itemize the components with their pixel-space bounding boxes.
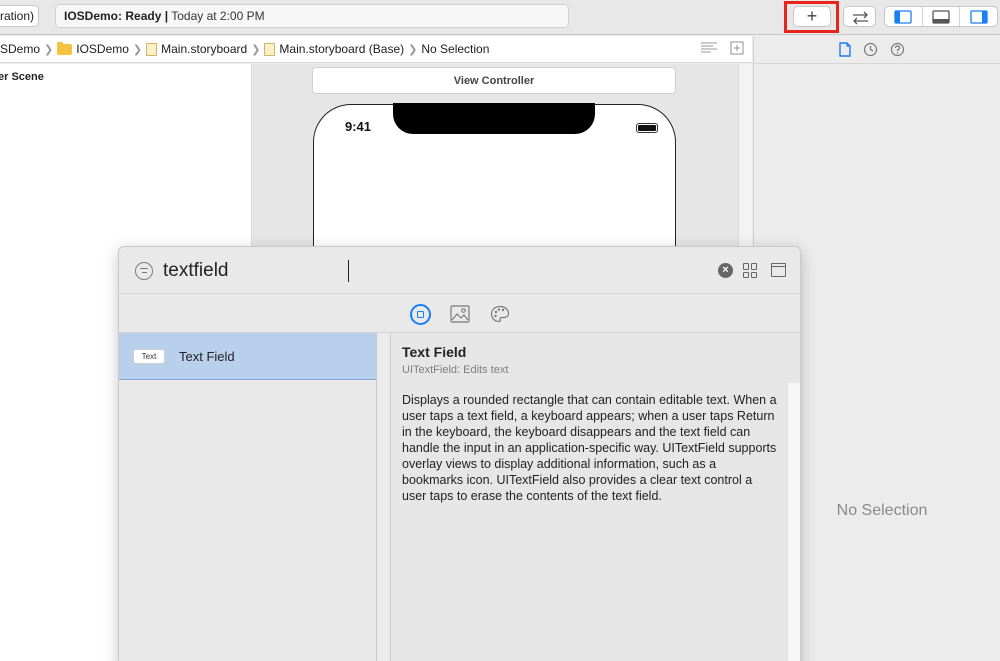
detail-subtitle: UITextField: Edits text xyxy=(402,364,509,376)
detail-description: Displays a rounded rectangle that can co… xyxy=(402,393,777,503)
text-field-badge: Text xyxy=(133,349,165,364)
breadcrumb-label: Main.storyboard (Base) xyxy=(279,42,405,56)
library-detail-pane: Text Field UITextField: Edits text Displ… xyxy=(392,333,800,661)
tab-media[interactable] xyxy=(449,303,471,325)
activity-status: Ready xyxy=(125,9,162,23)
chevron-right-icon: ❯ xyxy=(251,43,261,56)
bottom-panel-icon xyxy=(932,9,950,24)
tab-objects[interactable] xyxy=(409,303,431,325)
tab-colors[interactable] xyxy=(489,303,511,325)
library-search-bar: × xyxy=(119,247,800,294)
library-results-list: Text Text Field xyxy=(119,333,377,661)
filter-icon[interactable] xyxy=(135,262,153,280)
activity-time: Today at 2:00 PM xyxy=(171,9,265,23)
detail-title: Text Field xyxy=(402,344,467,360)
device-notch xyxy=(393,103,595,134)
left-panel-icon xyxy=(894,9,912,24)
outline-scene-item[interactable]: er Scene xyxy=(0,71,44,83)
text-caret xyxy=(348,260,349,282)
list-scroll-gutter[interactable] xyxy=(377,333,391,661)
activity-separator: | xyxy=(164,9,169,23)
right-panel-icon xyxy=(970,9,988,24)
breadcrumb-project-root[interactable]: SDemo xyxy=(0,42,40,56)
storyboard-file-icon xyxy=(146,42,158,56)
file-inspector-icon[interactable] xyxy=(839,42,851,57)
palette-icon xyxy=(490,305,510,323)
object-library-popover: × Text Text Field xyxy=(118,246,801,661)
panel-toggle-group xyxy=(884,6,998,27)
status-bar-time: 9:41 xyxy=(345,119,372,134)
chevron-right-icon: ❯ xyxy=(132,43,143,56)
swap-arrows-icon xyxy=(853,11,868,25)
add-editor-icon[interactable] xyxy=(730,41,744,55)
breadcrumb-label: Main.storyboard xyxy=(161,42,248,56)
code-review-button[interactable] xyxy=(843,6,876,27)
editor-options-icon[interactable] xyxy=(700,41,718,55)
inspector-toggle-button[interactable] xyxy=(960,7,997,26)
debug-area-toggle-button[interactable] xyxy=(923,7,961,26)
chevron-right-icon: ❯ xyxy=(44,43,54,56)
objects-icon xyxy=(409,303,431,325)
history-inspector-icon[interactable] xyxy=(863,42,878,57)
list-item-label: Text Field xyxy=(179,349,235,364)
inspector-tabs xyxy=(754,36,1000,64)
storyboard-file-icon xyxy=(264,42,276,56)
folder-icon xyxy=(57,41,73,55)
clear-search-icon[interactable]: × xyxy=(718,263,733,278)
help-inspector-icon[interactable] xyxy=(890,42,905,57)
navigator-toggle-button[interactable] xyxy=(885,7,923,26)
breadcrumb-file[interactable]: Main.storyboard xyxy=(146,42,247,56)
battery-icon xyxy=(636,123,658,133)
detail-view-icon[interactable] xyxy=(771,263,786,277)
library-tabs xyxy=(119,294,800,333)
activity-viewer: IOSDemo: Ready | Today at 2:00 PM xyxy=(55,4,569,28)
library-button[interactable]: + xyxy=(793,6,831,27)
jump-bar: SDemo ❯ IOSDemo ❯ Main.storyboard ❯ Main… xyxy=(0,36,752,63)
breadcrumb-group[interactable]: IOSDemo xyxy=(57,41,129,56)
breadcrumb-label: No Selection xyxy=(421,42,490,56)
list-item[interactable]: Text Text Field xyxy=(119,333,376,380)
breadcrumb-selection[interactable]: No Selection xyxy=(421,42,489,56)
detail-scrollbar[interactable] xyxy=(787,383,800,661)
grid-view-icon[interactable] xyxy=(743,263,758,278)
activity-project: IOSDemo: xyxy=(64,9,123,23)
view-controller-title-bar[interactable]: View Controller xyxy=(312,67,676,94)
breadcrumb-label: IOSDemo xyxy=(76,42,129,56)
breadcrumb-label: SDemo xyxy=(0,42,41,56)
library-search-input[interactable] xyxy=(163,256,703,286)
chevron-right-icon: ❯ xyxy=(408,43,418,56)
jumpbar-actions xyxy=(700,41,744,55)
breadcrumb-localization[interactable]: Main.storyboard (Base) xyxy=(264,42,404,56)
window-toolbar: ration) IOSDemo: Ready | Today at 2:00 P… xyxy=(0,0,1000,35)
scheme-selector[interactable]: ration) xyxy=(0,5,39,27)
image-icon xyxy=(450,305,470,323)
